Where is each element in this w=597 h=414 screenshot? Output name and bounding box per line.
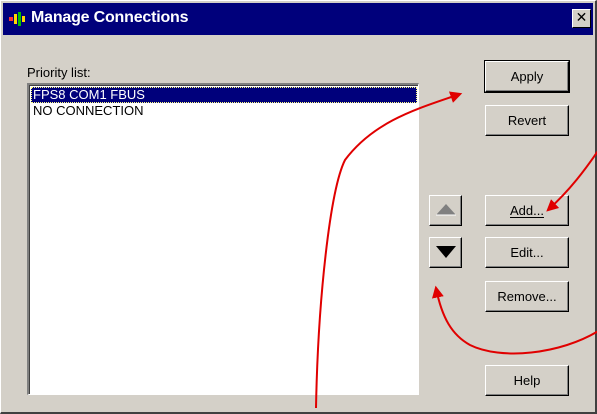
revert-button[interactable]: Revert [485,105,569,136]
priority-list-label: Priority list: [27,65,91,80]
title-bar: Manage Connections ✕ [3,3,593,35]
add-button-label: Add... [510,203,544,218]
app-icon [9,12,25,26]
help-button[interactable]: Help [485,365,569,396]
list-item[interactable]: FPS8 COM1 FBUS [31,87,417,103]
move-up-button[interactable] [429,195,462,226]
remove-button[interactable]: Remove... [485,281,569,312]
priority-list-label-text: Priority list: [27,65,91,80]
close-button[interactable]: ✕ [572,9,591,28]
edit-button[interactable]: Edit... [485,237,569,268]
list-item[interactable]: NO CONNECTION [31,103,417,119]
arrow-down-icon [436,246,456,258]
add-button[interactable]: Add... [485,195,569,226]
priority-listbox[interactable]: FPS8 COM1 FBUS NO CONNECTION [27,83,419,395]
window-title: Manage Connections [31,9,189,26]
move-down-button[interactable] [429,237,462,268]
manage-connections-dialog: Manage Connections ✕ Priority list: FPS8… [0,0,597,414]
apply-button[interactable]: Apply [484,60,570,93]
arrow-up-icon [436,204,456,216]
